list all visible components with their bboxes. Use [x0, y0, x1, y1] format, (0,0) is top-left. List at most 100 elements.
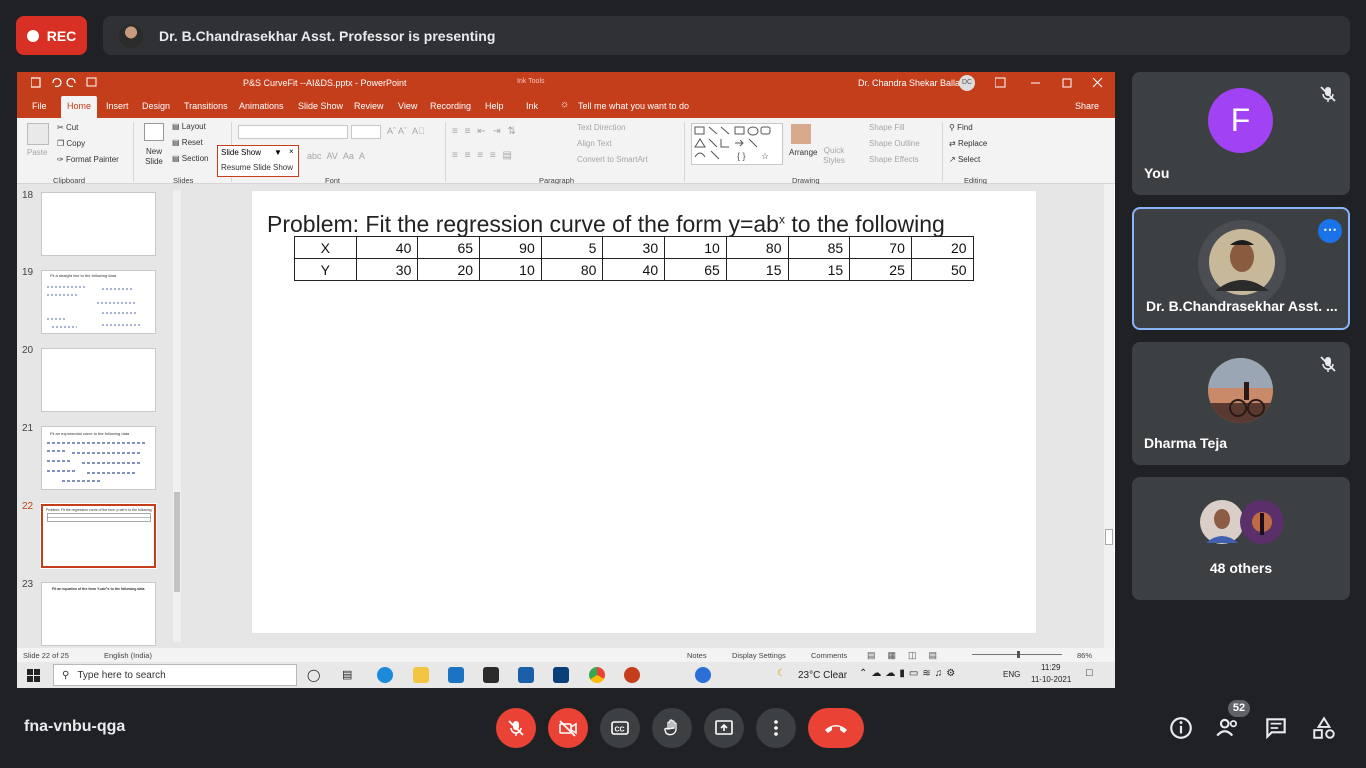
- replace-button[interactable]: ⇄ Replace: [949, 139, 987, 148]
- camera-toggle-button[interactable]: [548, 708, 588, 748]
- tab-animations[interactable]: Animations: [239, 101, 284, 111]
- shapes-gallery[interactable]: { } ☆: [691, 123, 783, 165]
- font-name-combo[interactable]: [238, 125, 348, 139]
- scroll-thumb[interactable]: [174, 492, 180, 592]
- taskbar-search[interactable]: ⚲ Type here to search: [53, 664, 297, 686]
- activities-icon[interactable]: [1311, 715, 1337, 741]
- mail-icon[interactable]: [448, 667, 464, 683]
- tab-transitions[interactable]: Transitions: [184, 101, 228, 111]
- tab-home[interactable]: Home: [61, 96, 98, 118]
- system-tray-icons[interactable]: ⌃☁☁▮▭≋♫⚙: [859, 668, 959, 679]
- dropbox-icon[interactable]: [483, 667, 499, 683]
- font-size-buttons[interactable]: Aˆ Aˇ A⃠: [387, 126, 425, 136]
- slide-thumbnail-20[interactable]: [41, 348, 156, 412]
- scroll-thumb[interactable]: [1105, 529, 1113, 545]
- slide-thumbnail-21[interactable]: Fit an exponential curve to the followin…: [41, 426, 156, 490]
- notes-button[interactable]: Notes: [687, 651, 707, 660]
- font-style-buttons[interactable]: abc AV Aa A: [307, 151, 365, 161]
- paste-button[interactable]: Paste: [27, 148, 47, 157]
- tab-view[interactable]: View: [398, 101, 417, 111]
- convert-smartart-button[interactable]: Convert to SmartArt: [577, 155, 648, 164]
- shape-fill-button[interactable]: Shape Fill: [869, 123, 905, 132]
- participant-tile-presenter[interactable]: ⋯ Dr. B.Chandrasekhar Asst. ...: [1132, 207, 1350, 330]
- new-slide-button[interactable]: New Slide: [142, 147, 166, 167]
- tell-me-box[interactable]: Tell me what you want to do: [578, 101, 689, 111]
- display-settings-button[interactable]: Display Settings: [732, 651, 786, 660]
- cortana-icon[interactable]: ◯: [307, 668, 320, 682]
- weather-text[interactable]: 23°C Clear: [798, 670, 847, 681]
- window-controls[interactable]: [995, 76, 1105, 90]
- quick-access-icons[interactable]: [31, 77, 101, 89]
- thumbnails-scrollbar[interactable]: [173, 190, 181, 642]
- font-size-combo[interactable]: [351, 125, 381, 139]
- align-text-button[interactable]: Align Text: [577, 139, 612, 148]
- edge-icon[interactable]: [377, 667, 393, 683]
- participant-tile-others[interactable]: 48 others: [1132, 477, 1350, 600]
- powerpoint-icon[interactable]: [624, 667, 640, 683]
- list-buttons[interactable]: ≡ ≡ ⇤ ⇥ ⇅: [452, 126, 518, 137]
- resume-slide-show-item[interactable]: Resume Slide Show: [221, 163, 293, 172]
- tab-recording[interactable]: Recording: [430, 101, 471, 111]
- tab-ink[interactable]: Ink: [526, 101, 538, 111]
- mic-toggle-button[interactable]: [496, 708, 536, 748]
- text-direction-button[interactable]: Text Direction: [577, 123, 625, 132]
- comments-button[interactable]: Comments: [811, 651, 847, 660]
- tab-design[interactable]: Design: [142, 101, 170, 111]
- cut-button[interactable]: ✂ Cut: [57, 123, 78, 132]
- reset-button[interactable]: ▤ Reset: [172, 138, 203, 147]
- current-slide[interactable]: Problem: Fit the regression curve of the…: [252, 191, 1036, 633]
- zoom-slider-thumb[interactable]: [1017, 651, 1020, 658]
- app-icon[interactable]: [518, 667, 534, 683]
- close-icon[interactable]: ×: [289, 147, 294, 156]
- participant-tile-dharma[interactable]: Dharma Teja: [1132, 342, 1350, 465]
- present-now-button[interactable]: [704, 708, 744, 748]
- share-button[interactable]: Share: [1075, 101, 1099, 111]
- layout-button[interactable]: ▤ Layout: [172, 122, 206, 131]
- tab-help[interactable]: Help: [485, 101, 504, 111]
- captions-button[interactable]: CC: [600, 708, 640, 748]
- shape-outline-button[interactable]: Shape Outline: [869, 139, 920, 148]
- input-language[interactable]: ENG: [1003, 670, 1020, 679]
- chat-icon[interactable]: [1263, 715, 1289, 741]
- tab-file[interactable]: File: [32, 101, 47, 111]
- user-initials-avatar[interactable]: DC: [959, 75, 975, 91]
- people-icon[interactable]: [1215, 715, 1241, 741]
- zoom-level[interactable]: 86%: [1077, 651, 1092, 660]
- find-button[interactable]: ⚲ Find: [949, 123, 973, 132]
- format-painter-button[interactable]: ✑ Format Painter: [57, 155, 119, 164]
- section-button[interactable]: ▤ Section: [172, 154, 208, 163]
- help-icon[interactable]: [695, 667, 711, 683]
- language-indicator[interactable]: English (India): [104, 651, 152, 660]
- select-button[interactable]: ↗ Select: [949, 155, 980, 164]
- shape-effects-button[interactable]: Shape Effects: [869, 155, 919, 164]
- chrome-icon[interactable]: [589, 667, 605, 683]
- slide-thumbnail-22[interactable]: Problem: Fit the regression curve of the…: [40, 503, 157, 569]
- view-buttons[interactable]: ▤▦◫▤: [867, 650, 949, 661]
- data-table[interactable]: X 40 65 90 5 30 10 80 85 70 20 Y 30 20 1…: [294, 236, 974, 281]
- notifications-icon[interactable]: □: [1086, 667, 1093, 679]
- align-buttons[interactable]: ≡ ≡ ≡ ≡ ▤: [452, 150, 514, 161]
- clock-date[interactable]: 11-10-2021: [1031, 675, 1071, 684]
- more-options-icon[interactable]: ⋯: [1318, 219, 1342, 243]
- clock-time[interactable]: 11:29: [1041, 663, 1060, 672]
- participant-tile-you[interactable]: F You: [1132, 72, 1350, 195]
- tab-slide-show[interactable]: Slide Show: [298, 101, 343, 111]
- tab-review[interactable]: Review: [354, 101, 384, 111]
- arrange-button[interactable]: Arrange: [789, 148, 817, 157]
- raise-hand-button[interactable]: [652, 708, 692, 748]
- task-view-icon[interactable]: ▤: [342, 668, 352, 681]
- slide-thumbnail-18[interactable]: [41, 192, 156, 256]
- tab-insert[interactable]: Insert: [106, 101, 129, 111]
- quick-styles-button[interactable]: Quick Styles: [822, 146, 846, 166]
- slide-thumbnail-19[interactable]: Fit a straight line to the following dat…: [41, 270, 156, 334]
- slide-thumbnail-23[interactable]: Fit an equation of the form Y=ab^x to th…: [41, 582, 156, 646]
- copy-button[interactable]: ❐ Copy: [57, 139, 85, 148]
- info-icon[interactable]: [1168, 715, 1194, 741]
- dropdown-icon[interactable]: ▼: [274, 148, 282, 157]
- webex-icon[interactable]: [553, 667, 569, 683]
- windows-start-icon[interactable]: [27, 669, 40, 682]
- leave-call-button[interactable]: [808, 708, 864, 748]
- more-options-button[interactable]: [756, 708, 796, 748]
- file-explorer-icon[interactable]: [413, 667, 429, 683]
- editor-scrollbar[interactable]: [1104, 184, 1114, 648]
